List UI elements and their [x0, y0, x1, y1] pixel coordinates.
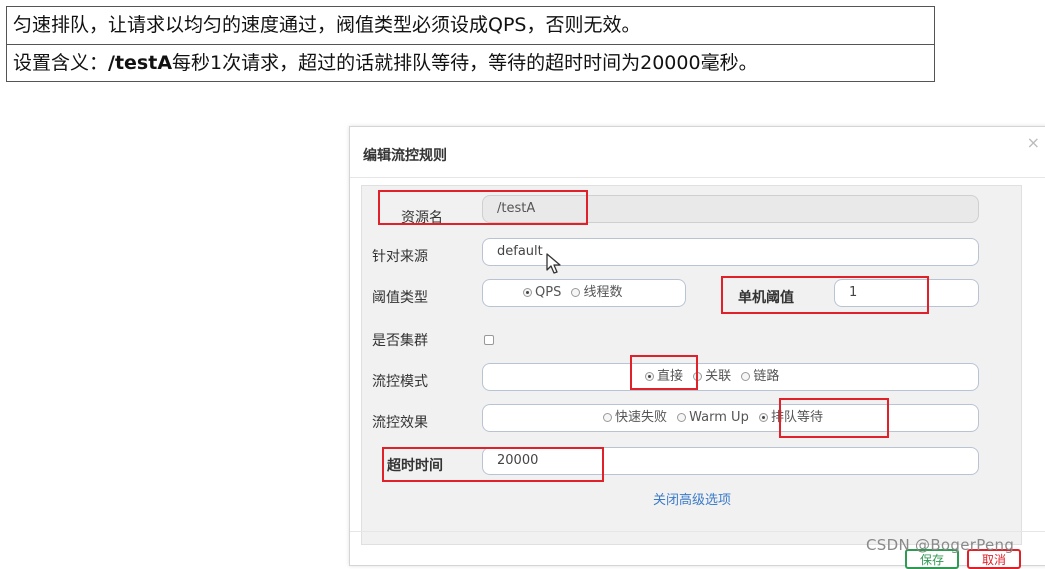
note-line-2-rest: 每秒1次请求，超过的话就排队等待，等待的超时时间为20000毫秒。: [172, 52, 758, 74]
cluster-label: 是否集群: [372, 333, 428, 349]
threshold-type-label: 阈值类型: [372, 290, 428, 306]
radio-chain[interactable]: [741, 372, 751, 381]
note-line-2-path: /testA: [108, 52, 173, 74]
note-line-1-text: 匀速排队，让请求以均匀的速度通过，阀值类型必须设成QPS，否则无效。: [13, 14, 641, 36]
highlight-timeout: [382, 447, 604, 482]
close-advanced-options-link[interactable]: 关闭高级选项: [653, 489, 731, 508]
radio-warm-up[interactable]: [677, 413, 687, 422]
footer-divider: [350, 531, 1045, 532]
option-fast-fail[interactable]: 快速失败: [615, 410, 667, 425]
option-qps[interactable]: QPS: [535, 285, 561, 300]
note-line-2-prefix: 设置含义：: [13, 52, 109, 74]
highlight-single-threshold: [721, 276, 929, 314]
flow-effect-label: 流控效果: [372, 415, 428, 431]
cluster-checkbox[interactable]: [484, 335, 494, 345]
highlight-direct: [630, 355, 698, 390]
radio-thread-count[interactable]: [571, 288, 581, 297]
highlight-queue-wait: [779, 398, 889, 438]
mouse-cursor-icon: [546, 253, 561, 274]
radio-qps[interactable]: [523, 288, 532, 297]
radio-queue-wait[interactable]: [758, 413, 768, 422]
option-chain[interactable]: 链路: [753, 369, 779, 384]
close-icon[interactable]: ×: [1027, 133, 1040, 152]
note-line-2: 设置含义：/testA每秒1次请求，超过的话就排队等待，等待的超时时间为2000…: [7, 44, 934, 81]
option-warm-up[interactable]: Warm Up: [689, 410, 749, 425]
option-thread-count[interactable]: 线程数: [583, 285, 622, 300]
highlight-resource: [378, 190, 588, 225]
flow-effect-group: 快速失败 Warm Up 排队等待: [482, 404, 979, 432]
flow-mode-group: 直接 关联 链路: [482, 363, 979, 391]
radio-fast-fail[interactable]: [603, 413, 612, 422]
dialog-title: 编辑流控规则: [363, 148, 447, 164]
origin-label: 针对来源: [372, 249, 428, 265]
note-line-1: 匀速排队，让请求以均匀的速度通过，阀值类型必须设成QPS，否则无效。: [7, 7, 934, 44]
option-relate[interactable]: 关联: [705, 369, 731, 384]
flow-mode-label: 流控模式: [372, 374, 428, 390]
watermark: CSDN @BogerPeng: [866, 536, 1015, 554]
threshold-type-group: QPS 线程数: [482, 279, 686, 307]
header-divider: [350, 177, 1045, 178]
note-table: 匀速排队，让请求以均匀的速度通过，阀值类型必须设成QPS，否则无效。 设置含义：…: [6, 6, 935, 82]
